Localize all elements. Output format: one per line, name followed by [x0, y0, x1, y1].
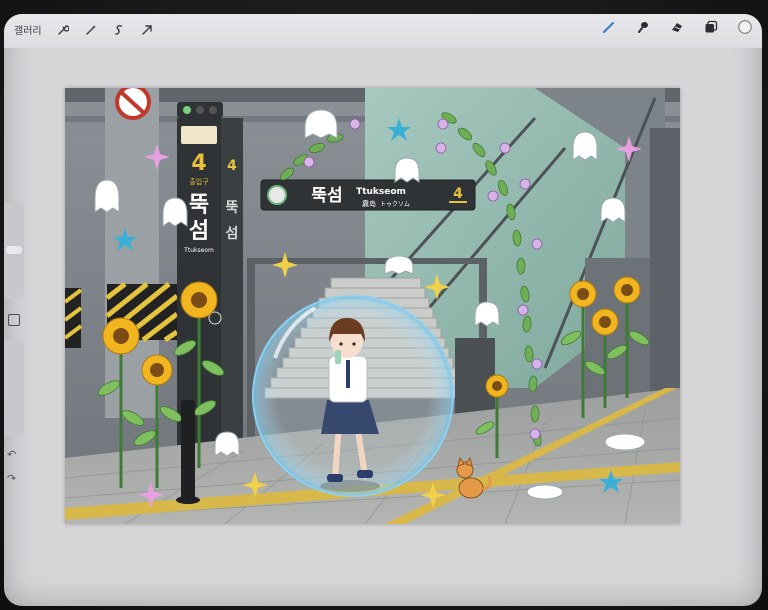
magic-wand-icon[interactable]: [84, 23, 98, 37]
procreate-screen: 갤러리 ↶ ↷ 4 출입구 뚝 섬 Ttukseom 4 뚝 섬 뚝섬 Ttuk…: [4, 14, 762, 606]
sign-line-number: 4: [453, 186, 463, 202]
toolbar-right: [602, 20, 752, 34]
brush-opacity-slider[interactable]: [4, 340, 24, 436]
selection-icon[interactable]: [112, 23, 126, 37]
gallery-button[interactable]: 갤러리: [14, 22, 42, 37]
modify-button[interactable]: [8, 314, 20, 326]
bollard: [181, 400, 195, 500]
pillar-line-number: 4: [191, 151, 206, 176]
brush-icon[interactable]: [602, 20, 616, 34]
undo-button[interactable]: ↶: [7, 448, 16, 461]
svg-text:뚝: 뚝: [226, 200, 239, 216]
pillar-name-2: 섬: [189, 219, 209, 244]
transform-arrow-icon[interactable]: [140, 23, 154, 37]
top-toolbar: 갤러리: [4, 14, 762, 48]
wrench-icon[interactable]: [56, 23, 70, 37]
pillar-sub-en: Ttukseom: [183, 247, 214, 254]
station-name-ko: 뚝섬: [311, 186, 342, 206]
station-name-en: Ttukseom: [356, 187, 406, 197]
station-name-jp: トゥクソム: [380, 201, 410, 208]
smudge-icon[interactable]: [636, 20, 650, 34]
artwork-illustration: 4 출입구 뚝 섬 Ttukseom 4 뚝 섬 뚝섬 Ttukseom 纛岛 …: [65, 88, 680, 524]
station-name-cn: 纛岛: [362, 199, 376, 208]
eraser-icon[interactable]: [670, 20, 684, 34]
brush-size-thumb[interactable]: [6, 246, 22, 254]
brush-size-slider[interactable]: [4, 202, 24, 298]
left-sidebar: ↶ ↷: [4, 202, 26, 502]
redo-button[interactable]: ↷: [7, 472, 16, 485]
svg-text:4: 4: [227, 158, 237, 174]
pillar-name-1: 뚝: [189, 193, 209, 218]
tablet-frame: 갤러리 ↶ ↷ 4 출입구 뚝 섬 Ttukseom 4 뚝 섬 뚝섬 Ttuk…: [0, 0, 768, 610]
color-swatch-icon[interactable]: [738, 20, 752, 34]
layers-icon[interactable]: [704, 20, 718, 34]
toolbar-left: 갤러리: [14, 22, 154, 37]
svg-text:섬: 섬: [226, 226, 239, 242]
drawing-canvas[interactable]: 4 출입구 뚝 섬 Ttukseom 4 뚝 섬 뚝섬 Ttukseom 纛岛 …: [65, 88, 680, 524]
pillar-line-sub: 출입구: [189, 177, 209, 186]
